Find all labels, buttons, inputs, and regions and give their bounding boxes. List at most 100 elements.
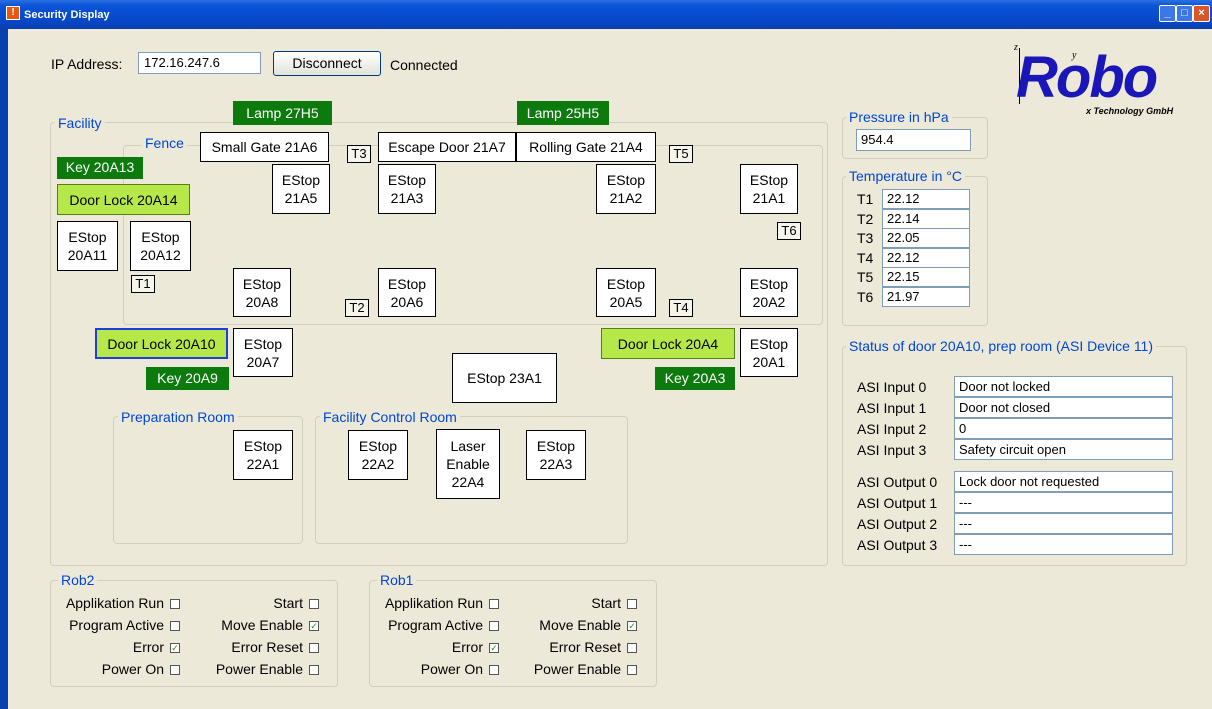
estop-label: EStop	[749, 172, 789, 188]
estop-label: EStop	[387, 275, 427, 292]
estop-id: 20A8	[245, 293, 279, 310]
estop-id: 20A11	[67, 247, 108, 263]
estop-label: EStop	[749, 335, 789, 352]
fence-label: Fence	[142, 135, 187, 151]
asi-input-value: Door not closed	[954, 397, 1173, 418]
asi-output-label: ASI Output 0	[857, 474, 938, 490]
estop-20a12[interactable]: EStop 20A12	[130, 221, 191, 271]
estop-21a2[interactable]: EStop 21A2	[596, 164, 656, 214]
estop-label: EStop	[281, 172, 321, 188]
estop-20a5[interactable]: EStop 20A5	[596, 268, 656, 317]
asi-input-label: ASI Input 1	[857, 400, 927, 416]
estop-id: 21A2	[609, 190, 643, 206]
temperature-value: 21.97	[882, 286, 970, 307]
asi-output-value: ---	[954, 534, 1173, 555]
sensor-t4: T4	[669, 299, 693, 317]
temperature-sensor-label: T2	[857, 210, 874, 227]
gate-label: Small Gate 21A6	[211, 139, 318, 155]
title-bar[interactable]: ! Security Display _ □ ×	[0, 0, 1212, 29]
minimize-icon[interactable]: _	[1159, 5, 1176, 22]
laser-enable-22a4[interactable]: Laser Enable 22A4	[436, 429, 500, 499]
window-title: Security Display	[24, 9, 110, 21]
door-lock-20a4[interactable]: Door Lock 20A4	[601, 328, 735, 359]
temperature-value: 22.12	[882, 189, 970, 209]
estop-21a1[interactable]: EStop 21A1	[740, 164, 798, 214]
gate-label: Rolling Gate 21A4	[529, 139, 643, 155]
temperature-value: 22.12	[882, 247, 970, 268]
estop-label: EStop	[606, 275, 646, 292]
estop-20a8[interactable]: EStop 20A8	[233, 268, 291, 317]
rolling-gate-21a4[interactable]: Rolling Gate 21A4	[516, 132, 656, 162]
estop-20a7[interactable]: EStop 20A7	[233, 328, 293, 377]
rob1-status-label: Error Reset	[549, 639, 621, 655]
fence-group	[123, 145, 823, 325]
preparation-room-label: Preparation Room	[118, 409, 238, 425]
estop-id: 20A5	[609, 293, 643, 310]
temperature-label: Temperature in °C	[846, 168, 965, 184]
small-gate-21a6[interactable]: Small Gate 21A6	[200, 132, 329, 162]
estop-23a1[interactable]: EStop 23A1	[452, 353, 557, 403]
rob1-status-checkbox[interactable]	[627, 643, 637, 653]
estop-id: 22A3	[539, 456, 573, 472]
temperature-sensor-label: T5	[857, 269, 874, 285]
estop-label: EStop	[242, 275, 282, 292]
door-lock-label: Door Lock 20A10	[107, 335, 216, 352]
key-20a3: Key 20A3	[655, 367, 735, 390]
laser-id: 22A4	[451, 474, 485, 490]
door-lock-label: Door Lock 20A14	[69, 191, 178, 208]
rob2-status-label: Move Enable	[221, 617, 303, 633]
estop-id: 20A1	[752, 353, 786, 370]
facility-label: Facility	[55, 115, 105, 131]
estop-22a3[interactable]: EStop 22A3	[526, 430, 586, 480]
temperature-value: 22.05	[882, 228, 970, 248]
estop-id: 20A12	[140, 247, 181, 263]
estop-label: EStop	[358, 438, 398, 454]
rob2-status-label: Error Reset	[231, 639, 303, 655]
disconnect-button[interactable]: Disconnect	[273, 51, 381, 76]
connection-status: Connected	[390, 57, 458, 73]
temperature-value: 22.15	[882, 267, 970, 287]
escape-door-21a7[interactable]: Escape Door 21A7	[378, 132, 516, 162]
estop-id: 22A2	[361, 456, 395, 472]
estop-22a1[interactable]: EStop 22A1	[233, 430, 293, 480]
close-icon[interactable]: ×	[1193, 5, 1210, 22]
rob1-status-checkbox[interactable]: ✓	[627, 621, 637, 631]
door-lock-label: Door Lock 20A4	[617, 335, 719, 352]
asi-output-value: ---	[954, 513, 1173, 534]
logo-brand: Robo	[1016, 45, 1158, 110]
estop-20a2[interactable]: EStop 20A2	[740, 268, 798, 317]
temperature-sensor-label: T3	[857, 230, 874, 246]
rob2-status-label: Power Enable	[215, 661, 303, 677]
asi-input-label: ASI Input 0	[857, 379, 927, 395]
rob1-status-checkbox[interactable]	[627, 665, 637, 675]
ip-address-label: IP Address:	[51, 56, 123, 72]
asi-input-value: Door not locked	[954, 376, 1173, 397]
lamp-27h5: Lamp 27H5	[233, 101, 332, 125]
estop-label: EStop	[387, 172, 427, 188]
estop-label: EStop 23A1	[467, 370, 542, 386]
estop-label: EStop	[243, 438, 283, 454]
asi-input-label: ASI Input 3	[857, 442, 927, 458]
estop-20a6[interactable]: EStop 20A6	[378, 268, 436, 317]
estop-21a5[interactable]: EStop 21A5	[272, 164, 330, 214]
estop-20a1[interactable]: EStop 20A1	[740, 328, 798, 377]
asi-output-value: ---	[954, 492, 1173, 513]
sensor-t1: T1	[131, 275, 155, 293]
temperature-sensor-label: T4	[857, 249, 874, 266]
door-lock-20a14[interactable]: Door Lock 20A14	[57, 184, 190, 215]
sensor-t2: T2	[345, 299, 369, 317]
door-lock-20a10[interactable]: Door Lock 20A10	[95, 328, 228, 359]
temperature-value: 22.14	[882, 208, 970, 229]
estop-22a2[interactable]: EStop 22A2	[348, 430, 408, 480]
estop-20a11[interactable]: EStop 20A11	[57, 221, 118, 271]
rob1-status-checkbox[interactable]	[627, 599, 637, 609]
maximize-icon[interactable]: □	[1176, 5, 1193, 22]
estop-21a3[interactable]: EStop 21A3	[378, 164, 436, 214]
sensor-t3: T3	[347, 145, 371, 163]
warning-icon: !	[6, 6, 20, 20]
estop-label: EStop	[68, 229, 107, 245]
laser-label-2: Enable	[446, 456, 490, 472]
estop-label: EStop	[141, 229, 180, 245]
asi-input-label: ASI Input 2	[857, 421, 927, 437]
ip-address-input[interactable]: 172.16.247.6	[138, 52, 261, 74]
